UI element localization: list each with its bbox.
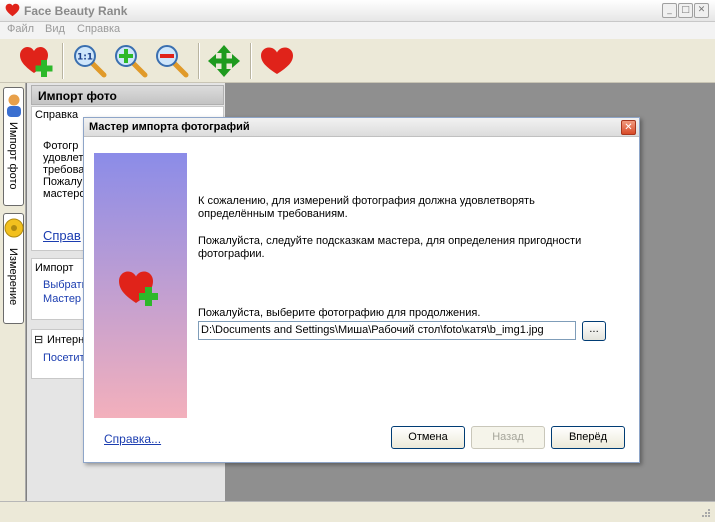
photo-path-input[interactable]: D:\Documents and Settings\Миша\Рабочий с…: [198, 321, 576, 340]
person-icon: [7, 94, 21, 117]
browse-button[interactable]: ...: [582, 321, 606, 341]
menu-help[interactable]: Справка: [77, 23, 120, 35]
tab-import-photo-label: Импорт фото: [7, 122, 19, 190]
dialog-title: Мастер импорта фотографий: [89, 121, 250, 133]
menu-file[interactable]: Файл: [7, 23, 34, 35]
cancel-button[interactable]: Отмена: [391, 426, 465, 449]
zoom-in-icon: [115, 45, 148, 78]
help-text-line: удовлет: [43, 152, 84, 164]
select-photo-label: Пожалуйста, выберите фотографию для прод…: [198, 307, 481, 319]
tab-measurement[interactable]: Измерение: [3, 213, 24, 324]
wizard-side-banner: [94, 153, 187, 418]
help-text-line: требова: [43, 164, 85, 176]
help-section-link[interactable]: Справ: [43, 228, 81, 243]
next-button[interactable]: Вперёд: [551, 426, 625, 449]
dialog-close-button[interactable]: ✕: [621, 120, 636, 135]
zoom-out-icon: [156, 45, 189, 78]
help-section-title: Справка: [35, 109, 79, 121]
help-text-line: мастеро: [43, 188, 86, 200]
resize-grip-icon[interactable]: [699, 508, 711, 520]
status-bar: [0, 501, 715, 522]
heart-icon: [261, 47, 293, 74]
close-button[interactable]: ✕: [694, 3, 709, 18]
help-text-line: Пожалуй: [43, 176, 89, 188]
import-select-link[interactable]: Выбрать: [43, 279, 87, 291]
wizard-intro-line: определённым требованиям.: [198, 208, 348, 220]
help-text-line: Фотогр: [43, 140, 79, 152]
zoom-out-button[interactable]: [153, 42, 191, 80]
import-section-title: Импорт: [35, 262, 74, 274]
move-arrows-icon: [208, 45, 240, 77]
heart-plus-icon: [20, 47, 53, 77]
panel-title: Импорт фото: [31, 85, 224, 105]
dialog-title-bar: Мастер импорта фотографий ✕: [84, 118, 639, 137]
toolbar-separator: [62, 43, 64, 79]
menu-bar: Файл Вид Справка: [0, 22, 715, 39]
dialog-help-link[interactable]: Справка...: [104, 432, 161, 446]
left-tab-strip: Импорт фото Измерение: [0, 83, 26, 501]
zoom-actual-button[interactable]: 1:1: [71, 42, 109, 80]
wizard-intro-line: К сожалению, для измерений фотография до…: [198, 195, 535, 207]
title-bar: Face Beauty Rank _ □ ✕: [0, 0, 715, 22]
collapse-toggle-icon[interactable]: ⊟: [34, 333, 43, 346]
tape-measure-icon: [4, 218, 24, 238]
toolbar-separator: [198, 43, 200, 79]
add-photo-button[interactable]: [17, 42, 55, 80]
import-wizard-link[interactable]: Мастер: [43, 293, 81, 305]
visit-site-link[interactable]: Посетит: [43, 352, 85, 364]
wizard-instructions-text: Пожалуйста, следуйте подсказкам мастера,…: [198, 235, 581, 261]
maximize-button[interactable]: □: [678, 3, 693, 18]
toolbar: 1:1: [0, 39, 715, 83]
menu-view[interactable]: Вид: [45, 23, 65, 35]
move-button[interactable]: [205, 42, 243, 80]
back-button[interactable]: Назад: [471, 426, 545, 449]
app-title: Face Beauty Rank: [24, 4, 128, 18]
import-wizard-dialog: Мастер импорта фотографий ✕ К сожалению,…: [83, 117, 640, 463]
zoom-1to1-icon: 1:1: [74, 45, 107, 78]
tab-import-photo[interactable]: Импорт фото: [3, 87, 24, 206]
rank-button[interactable]: [258, 42, 296, 80]
zoom-in-button[interactable]: [112, 42, 150, 80]
wizard-instruction-line: фотографии.: [198, 248, 265, 260]
zoom-1to1-label: 1:1: [77, 53, 93, 63]
wizard-instruction-line: Пожалуйста, следуйте подсказкам мастера,…: [198, 235, 582, 247]
tab-measurement-label: Измерение: [7, 248, 19, 306]
minimize-button[interactable]: _: [662, 3, 677, 18]
help-section-text: Фотогр удовлет требова Пожалуй мастеро: [43, 140, 88, 200]
toolbar-separator: [250, 43, 252, 79]
wizard-intro-text: К сожалению, для измерений фотография до…: [198, 195, 535, 221]
internet-section-title: Интерн: [47, 334, 85, 346]
app-heart-icon: [5, 3, 20, 17]
heart-plus-icon: [119, 271, 158, 306]
